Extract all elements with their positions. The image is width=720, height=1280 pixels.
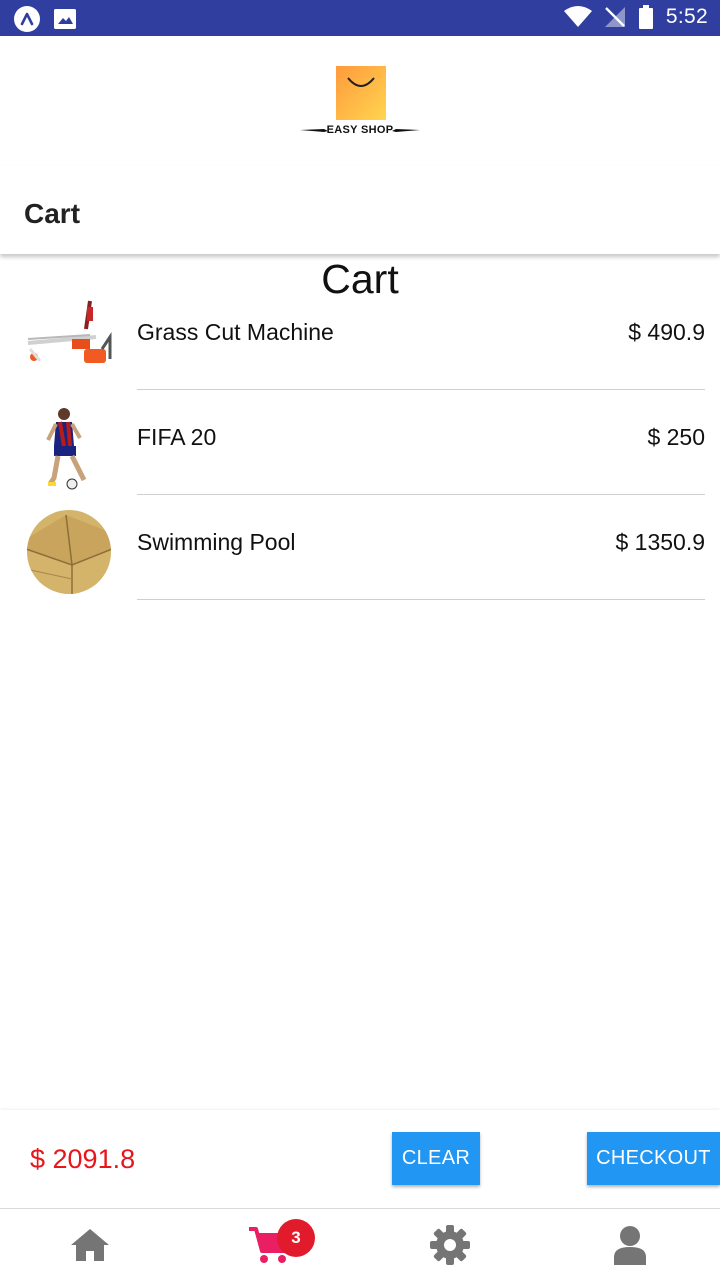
item-divider <box>137 599 705 600</box>
profile-icon <box>614 1226 646 1265</box>
home-icon <box>71 1229 109 1261</box>
cart-item[interactable]: Grass Cut Machine $ 490.9 <box>0 285 720 390</box>
battery-icon <box>638 5 653 29</box>
settings-icon <box>430 1225 470 1265</box>
nav-settings[interactable] <box>360 1209 540 1280</box>
app-bar: Cart <box>0 166 720 254</box>
cart-item[interactable]: FIFA 20 $ 250 <box>0 390 720 495</box>
item-name: Swimming Pool <box>137 529 296 555</box>
cart-total: $ 2091.8 <box>30 1144 136 1174</box>
status-time: 5:52 <box>665 5 708 28</box>
cardboard-box-image <box>27 510 111 594</box>
checkout-button[interactable]: CHECKOUT <box>587 1132 720 1185</box>
status-bar: 5:52 <box>0 0 720 36</box>
clear-button[interactable]: CLEAR <box>392 1132 480 1185</box>
app-notification-icon <box>14 6 40 32</box>
item-name: Grass Cut Machine <box>137 319 334 345</box>
no-signal-icon <box>604 7 625 27</box>
item-price: $ 250 <box>647 424 705 450</box>
item-price: $ 490.9 <box>628 319 705 345</box>
cart-footer: $ 2091.8 CLEAR CHECKOUT <box>0 1110 720 1208</box>
logo-header: EASY SHOP <box>0 36 720 166</box>
nav-home[interactable] <box>0 1209 180 1280</box>
item-name: FIFA 20 <box>137 424 217 450</box>
grass-cutter-image <box>27 300 112 363</box>
nav-profile[interactable] <box>540 1209 720 1280</box>
nav-cart[interactable]: 3 <box>180 1209 360 1280</box>
easy-shop-logo: EASY SHOP <box>298 64 422 144</box>
bottom-nav: 3 <box>0 1208 720 1280</box>
logo-text: EASY SHOP <box>326 124 394 136</box>
cart-item[interactable]: Swimming Pool $ 1350.9 <box>0 495 720 600</box>
app-bar-title: Cart <box>24 198 81 229</box>
image-notification-icon <box>54 9 76 29</box>
item-price: $ 1350.9 <box>615 529 705 555</box>
wifi-icon <box>563 6 592 27</box>
cart-count-badge: 3 <box>277 1219 315 1257</box>
footballer-image <box>46 408 87 490</box>
